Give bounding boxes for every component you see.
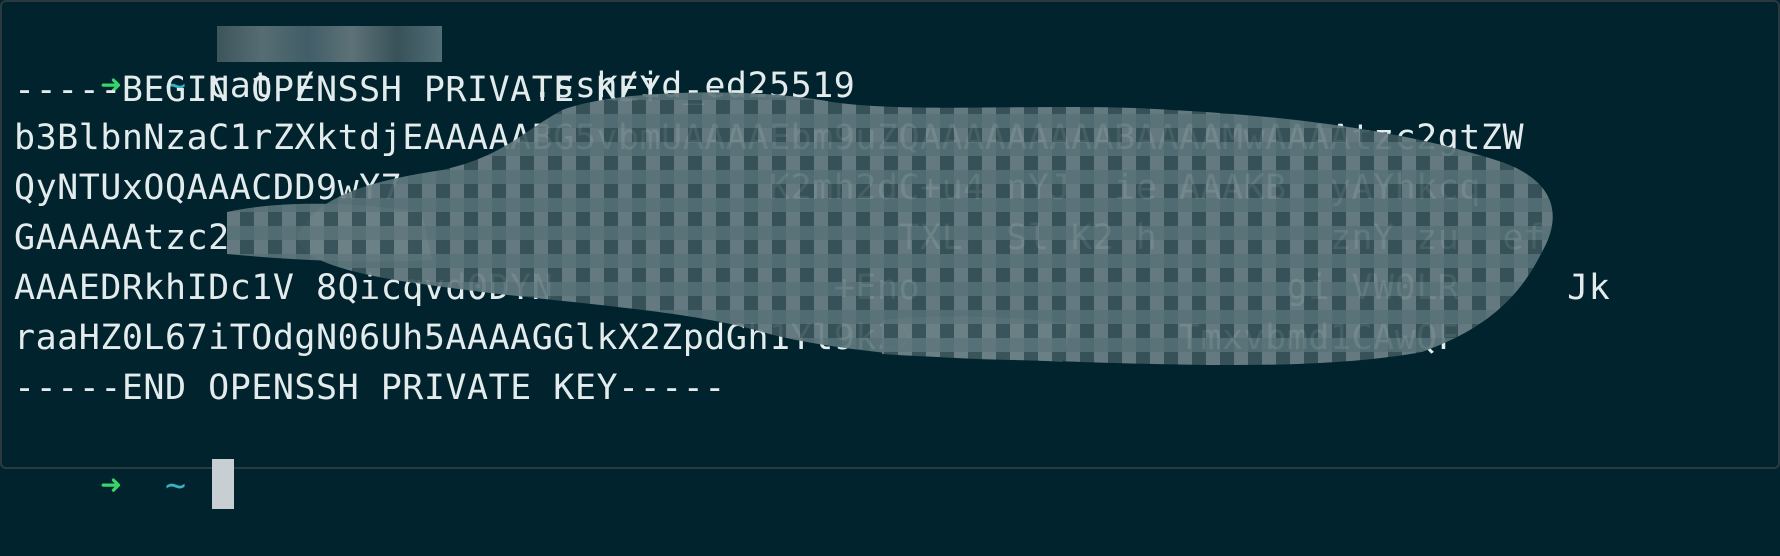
output-line-key-5: raaHZ0L67iTOdgN06Uh5AAAAGGlkX2ZpdGh1Yl9k… (14, 318, 1460, 358)
terminal-window[interactable]: ➜ ~ cat / .ssh/id_ed25519 -----BEGIN OPE… (0, 0, 1780, 509)
prompt-arrow-icon: ➜ (100, 466, 122, 506)
current-prompt-line[interactable]: ➜ ~ (14, 418, 235, 509)
output-line-key-2: QyNTUxOQAAACDD9wY7 K2mh2dC+u4 nYJ ie AAA… (14, 168, 1481, 208)
output-line-key-1: b3BlbnNzaC1rZXktdjEAAAAABG5vbmUAAAAEbm9u… (14, 118, 1525, 158)
output-line-key-3: GAAAAAtzc2 TXL Sl K2 h znY zu ef (14, 218, 1546, 258)
output-line-end: -----END OPENSSH PRIVATE KEY----- (14, 368, 726, 408)
output-line-key-4: AAAEDRkhIDc1V 8Qicqvd0DYN +Eno gi VW0LR … (14, 268, 1611, 308)
command-line: ➜ ~ cat / .ssh/id_ed25519 (14, 20, 855, 106)
prompt-home-tilde: ~ (165, 466, 187, 506)
output-line-begin: -----BEGIN OPENSSH PRIVATE KEY----- (14, 70, 770, 110)
text-cursor[interactable] (212, 459, 235, 509)
